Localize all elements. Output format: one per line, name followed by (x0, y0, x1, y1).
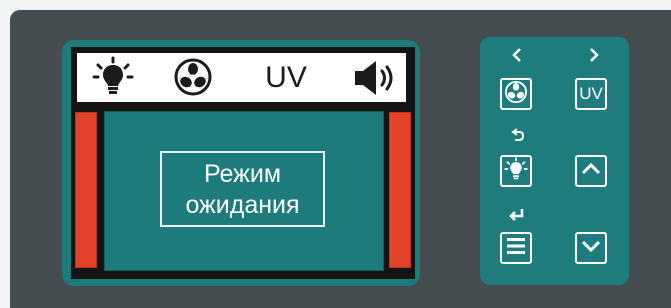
down-button[interactable] (575, 232, 607, 264)
light-bulb-icon (504, 156, 528, 186)
light-button[interactable] (500, 155, 532, 187)
enter-arrow-icon (505, 204, 529, 226)
menu-icon (506, 237, 526, 260)
uv-label: UV (265, 61, 307, 94)
status-message: Режим ожидания (160, 151, 325, 227)
speaker-icon (352, 58, 398, 98)
status-line-1: Режим (203, 160, 282, 188)
uv-button-label: UV (579, 84, 603, 103)
chevron-down-icon (581, 239, 601, 258)
up-button[interactable] (575, 155, 607, 187)
fan-button[interactable] (500, 78, 532, 110)
left-indicator-bar (75, 112, 97, 268)
light-bulb-icon (92, 56, 134, 98)
fan-icon (174, 58, 212, 96)
chevron-left-icon (505, 44, 529, 66)
chevron-up-icon (581, 162, 601, 181)
status-line-2: ожидания (185, 191, 300, 219)
right-indicator-bar (389, 112, 411, 268)
uv-button[interactable]: UV (575, 78, 607, 110)
fan-icon (504, 80, 528, 109)
chevron-right-icon (582, 44, 606, 66)
undo-arrow-icon (505, 124, 529, 146)
menu-button[interactable] (500, 232, 532, 264)
